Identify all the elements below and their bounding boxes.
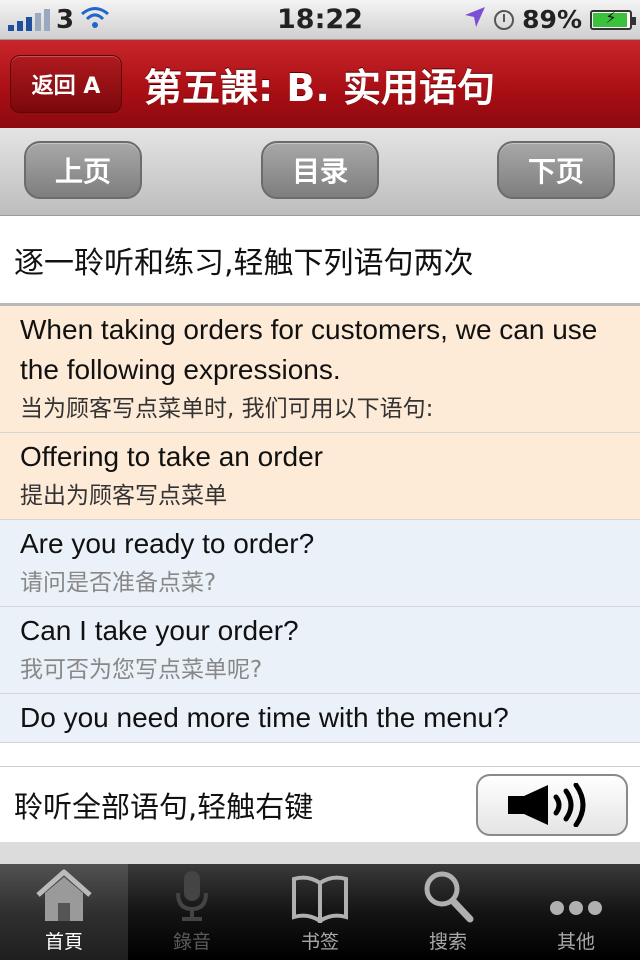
more-icon (550, 901, 602, 915)
tab-record[interactable]: 錄音 (128, 864, 256, 960)
sentence-row[interactable]: Are you ready to order? 请问是否准备点菜? (0, 520, 640, 607)
sentence-list[interactable]: When taking orders for customers, we can… (0, 306, 640, 766)
search-icon (424, 871, 474, 923)
book-icon (292, 875, 348, 923)
tab-label: 搜索 (428, 931, 467, 953)
sentence-english: Are you ready to order? (20, 528, 315, 559)
microphone-icon (176, 871, 208, 921)
battery-percent: 89% (522, 5, 582, 34)
home-icon (36, 869, 92, 921)
tab-more[interactable]: 其他 (512, 864, 640, 960)
section-english: Offering to take an order (20, 441, 323, 472)
next-page-button[interactable]: 下页 (497, 141, 615, 199)
location-arrow-icon (464, 6, 486, 34)
alarm-clock-icon (494, 9, 515, 30)
sentence-chinese (20, 738, 620, 742)
intro-row: When taking orders for customers, we can… (0, 306, 640, 433)
play-all-button[interactable] (476, 774, 628, 836)
tab-search[interactable]: 搜索 (384, 864, 512, 960)
back-button[interactable]: 返回 A (10, 55, 122, 113)
section-heading-row: Offering to take an order 提出为顾客写点菜单 (0, 433, 640, 520)
sentence-chinese: 请问是否准备点菜? (20, 570, 217, 596)
tab-label: 其他 (556, 931, 595, 953)
tab-bar: 首頁 錄音 书签 搜索 其他 (0, 864, 640, 960)
sentence-row[interactable]: Can I take your order? 我可否为您写点菜单呢? (0, 607, 640, 694)
speaker-icon (508, 783, 586, 827)
table-of-contents-button[interactable]: 目录 (261, 141, 379, 199)
page-navigation: 上页 目录 下页 (0, 128, 640, 216)
listen-all-label: 聆听全部语句,轻触右键 (14, 789, 314, 824)
intro-english: When taking orders for customers, we can… (20, 314, 598, 385)
divider (0, 842, 640, 864)
tab-label: 书签 (300, 931, 339, 953)
section-chinese: 提出为顾客写点菜单 (20, 483, 227, 509)
title-bar: 返回 A 第五課: B. 实用语句 (0, 40, 640, 128)
wifi-icon (80, 6, 110, 34)
battery-icon: ⚡ (590, 8, 636, 30)
status-bar: 3 18:22 89% ⚡ (0, 0, 640, 40)
sentence-row[interactable]: Do you need more time with the menu? (0, 694, 640, 743)
page-title: 第五課: B. 实用语句 (144, 65, 496, 110)
tab-label: 錄音 (172, 931, 211, 953)
instruction-text: 逐一聆听和练习,轻触下列语句两次 (0, 216, 640, 306)
tab-home[interactable]: 首頁 (0, 864, 128, 960)
sentence-english: Can I take your order? (20, 615, 299, 646)
intro-chinese: 当为顾客写点菜单时, 我们可用以下语句: (20, 396, 434, 422)
tab-bookmarks[interactable]: 书签 (256, 864, 384, 960)
listen-all-bar: 聆听全部语句,轻触右键 (0, 766, 640, 842)
sentence-english: Do you need more time with the menu? (20, 702, 509, 733)
sentence-chinese: 我可否为您写点菜单呢? (20, 657, 263, 683)
signal-strength-icon (8, 8, 50, 31)
carrier-label: 3 (56, 4, 75, 35)
tab-label: 首頁 (44, 931, 83, 953)
previous-page-button[interactable]: 上页 (24, 141, 142, 199)
